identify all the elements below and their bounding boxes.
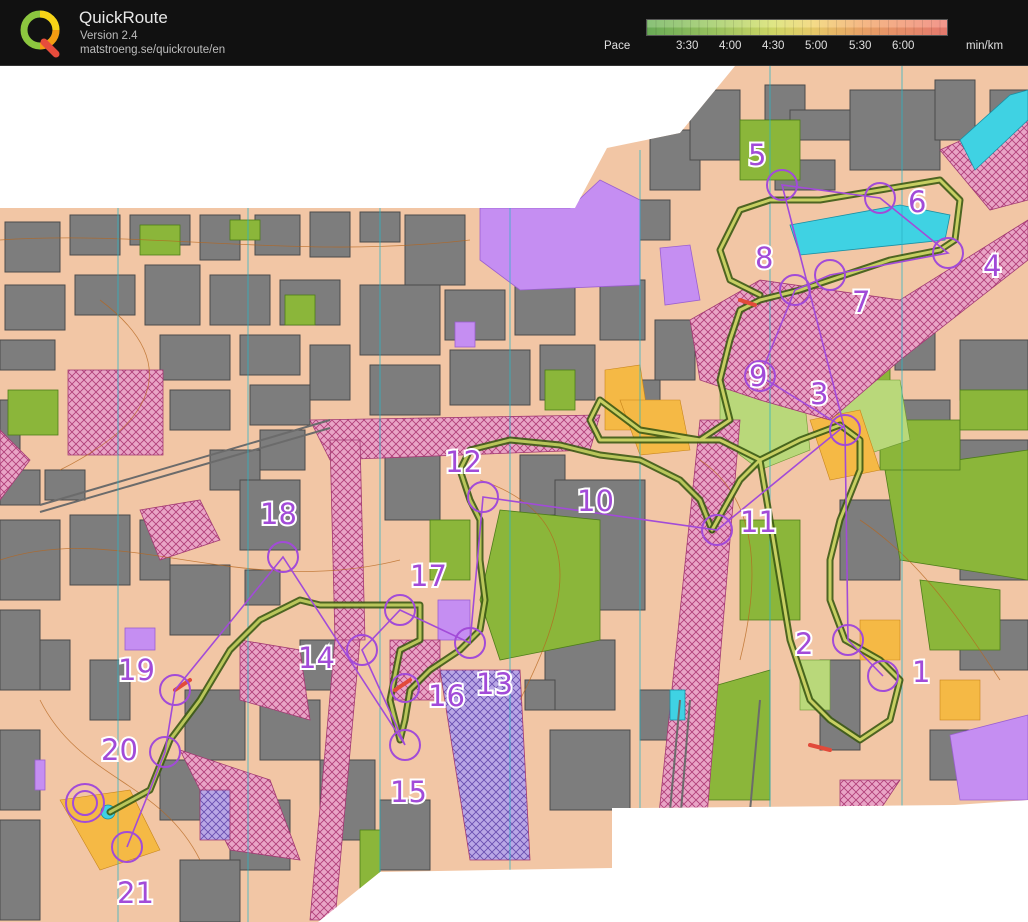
control-number: 7 <box>852 285 870 319</box>
control-number: 15 <box>390 775 427 809</box>
control-number: 1 <box>912 655 930 689</box>
control-number: 16 <box>428 679 465 713</box>
header-bar: QuickRoute Version 2.4 matstroeng.se/qui… <box>0 0 1028 66</box>
control-number: 8 <box>755 241 773 275</box>
control-number: 11 <box>740 505 777 539</box>
pace-tick: 5:00 <box>805 40 828 52</box>
control-number: 19 <box>118 653 155 687</box>
pace-tick: 3:30 <box>676 40 699 52</box>
app-title: QuickRoute <box>79 8 168 27</box>
orienteering-map[interactable]: 1 2 3 4 5 6 7 8 9 10 11 12 13 14 15 16 1… <box>0 66 1028 922</box>
control-number: 14 <box>298 641 335 675</box>
control-number: 3 <box>810 377 828 411</box>
control-number: 4 <box>983 249 1001 283</box>
control-number: 6 <box>908 185 926 219</box>
control-number: 20 <box>101 733 138 767</box>
control-number: 13 <box>476 667 513 701</box>
app-url[interactable]: matstroeng.se/quickroute/en <box>80 44 225 56</box>
control-number: 9 <box>749 359 767 393</box>
control-number: 17 <box>410 559 447 593</box>
pace-tick: 5:30 <box>849 40 872 52</box>
control-number: 21 <box>117 876 154 910</box>
control-number: 2 <box>795 627 813 661</box>
pace-tick: 4:00 <box>719 40 742 52</box>
pace-color-scale <box>646 19 948 36</box>
app-version: Version 2.4 <box>80 30 138 42</box>
control-number: 10 <box>577 484 614 518</box>
quickroute-logo-icon <box>20 10 60 58</box>
pace-label: Pace <box>604 40 631 52</box>
pace-tick: 6:00 <box>892 40 915 52</box>
pace-unit: min/km <box>966 40 1004 52</box>
control-number: 5 <box>748 138 766 172</box>
control-number: 18 <box>260 497 297 531</box>
control-number: 12 <box>445 445 482 479</box>
pace-tick: 4:30 <box>762 40 785 52</box>
